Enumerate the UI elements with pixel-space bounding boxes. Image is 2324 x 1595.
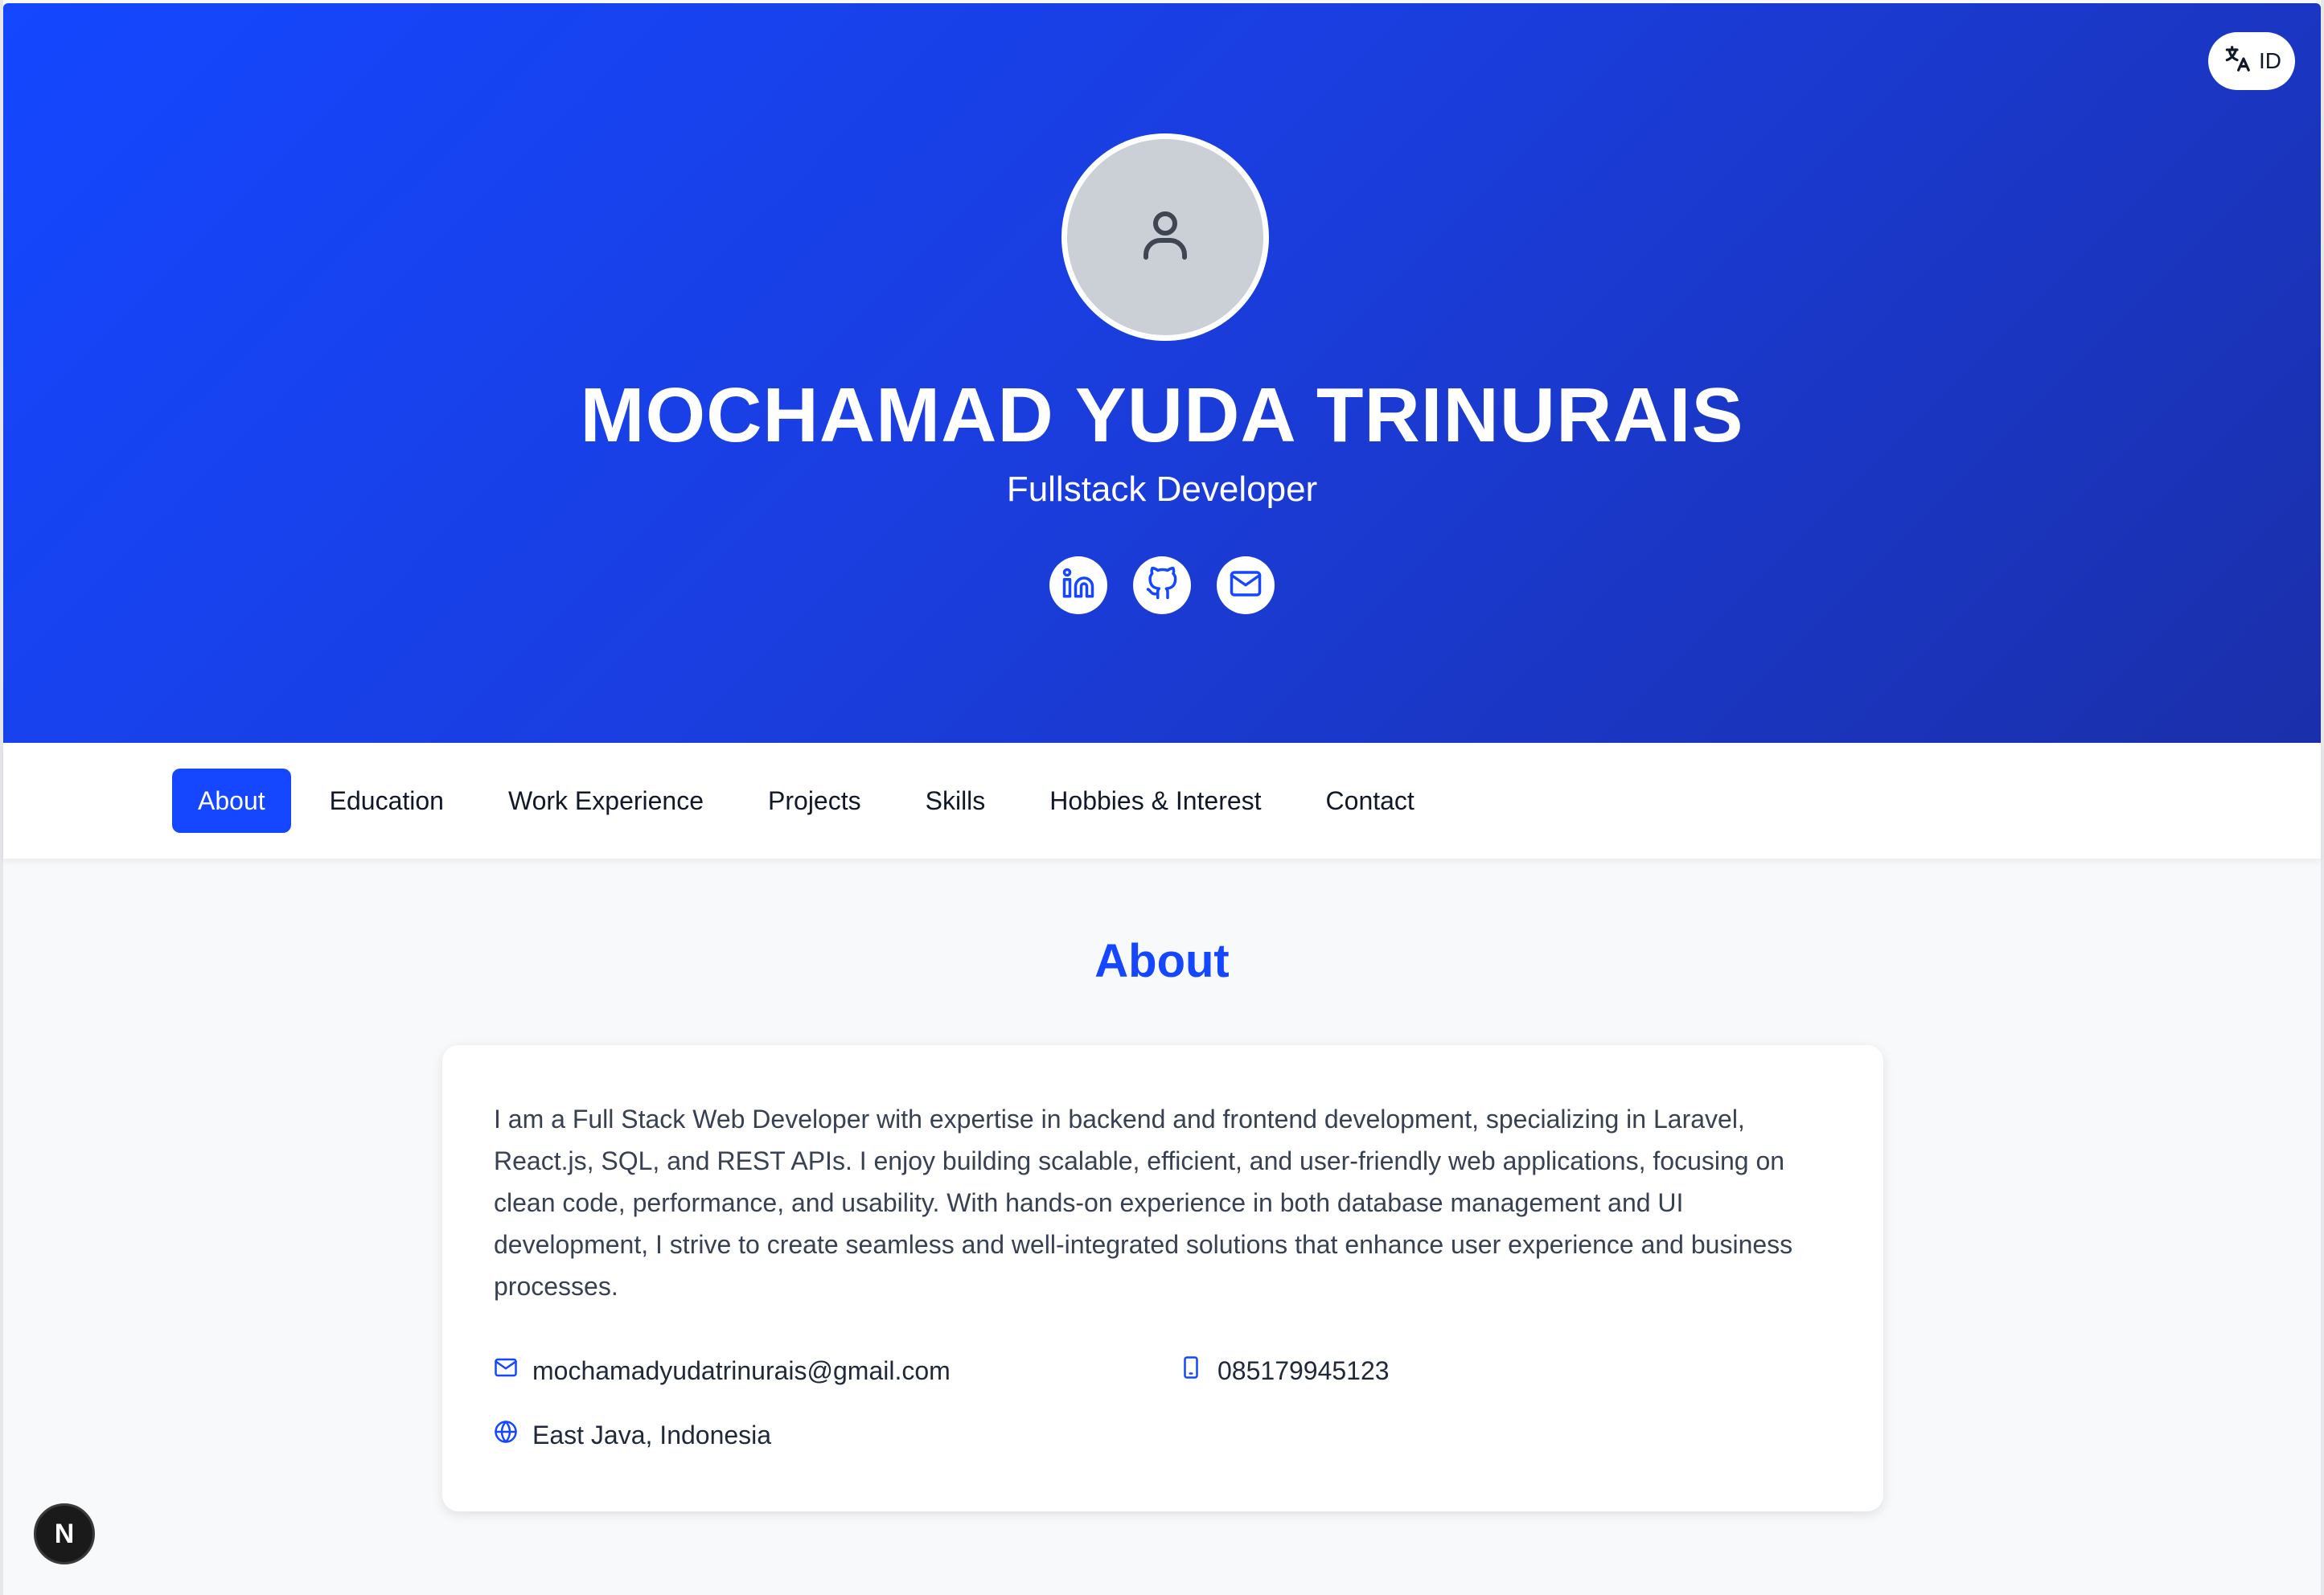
tab-work-experience[interactable]: Work Experience [482,769,729,833]
mail-icon [1229,567,1263,605]
dev-tools-badge[interactable]: N [34,1503,95,1564]
tab-projects[interactable]: Projects [742,769,887,833]
profile-name: MOCHAMAD YUDA TRINURAIS [580,372,1744,458]
tab-about[interactable]: About [172,769,291,833]
contact-phone-text: 085179945123 [1217,1355,1390,1385]
github-icon [1145,566,1179,605]
language-toggle-label: ID [2259,48,2281,73]
phone-icon [1179,1355,1203,1386]
translate-icon [2222,43,2252,80]
contact-email-text: mochamadyudatrinurais@gmail.com [532,1355,951,1385]
contact-location-text: East Java, Indonesia [532,1420,772,1449]
mail-icon [494,1355,518,1386]
about-card: I am a Full Stack Web Developer with exp… [442,1045,1883,1511]
window-frame-right [2321,0,2324,1595]
section-title: About [1094,935,1230,987]
linkedin-button[interactable] [1049,556,1107,614]
tab-hobbies-interest[interactable]: Hobbies & Interest [1024,769,1287,833]
social-links [0,556,2324,614]
section-navbar: About Education Work Experience Projects… [3,743,2321,859]
contact-phone: 085179945123 [1179,1355,1390,1386]
linkedin-icon [1061,567,1095,605]
section-tabs: About Education Work Experience Projects… [172,769,1453,833]
github-button[interactable] [1133,556,1191,614]
contact-location: East Java, Indonesia [494,1420,771,1450]
tab-education[interactable]: Education [304,769,470,833]
avatar [1061,133,1269,341]
language-toggle-button[interactable]: ID [2208,32,2295,90]
user-icon [1136,207,1194,269]
tab-skills[interactable]: Skills [900,769,1012,833]
contact-email: mochamadyudatrinurais@gmail.com [494,1355,951,1386]
email-button[interactable] [1217,556,1275,614]
profile-role: Fullstack Developer [1006,469,1318,509]
globe-icon [494,1420,518,1450]
tab-contact[interactable]: Contact [1300,769,1440,833]
about-bio: I am a Full Stack Web Developer with exp… [494,1105,1793,1301]
